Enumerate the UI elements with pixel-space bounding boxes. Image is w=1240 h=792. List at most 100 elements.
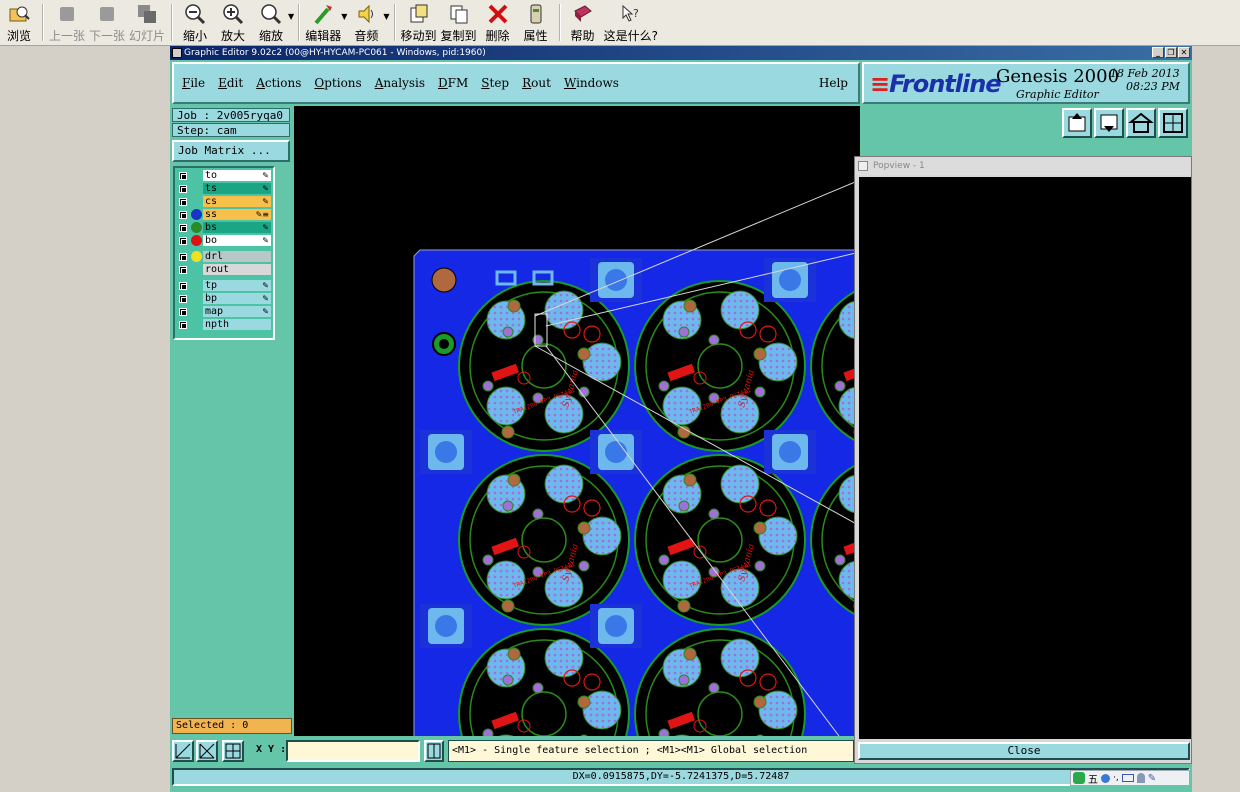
menu-help[interactable]: Help xyxy=(819,76,848,90)
zoom-dropdown-arrow[interactable]: ▼ xyxy=(288,12,294,45)
ime-punctuation-icon[interactable] xyxy=(1101,773,1110,783)
xy-input[interactable] xyxy=(286,740,420,762)
tool-home-button[interactable] xyxy=(1126,108,1156,138)
audio-dropdown-arrow[interactable]: ▼ xyxy=(383,12,389,45)
copy-to-button[interactable]: 复制到 xyxy=(441,0,477,45)
layer-checkbox[interactable] xyxy=(179,172,187,180)
layer-row-to[interactable]: to ✎ xyxy=(177,170,271,182)
job-matrix-button[interactable]: Job Matrix ... xyxy=(172,140,290,162)
next-image-button[interactable]: 下一张 xyxy=(89,0,125,45)
editor-dropdown-arrow[interactable]: ▼ xyxy=(341,12,347,45)
layer-row-drl[interactable]: drl xyxy=(177,251,271,263)
menu-options[interactable]: Options xyxy=(314,76,361,90)
layer-name[interactable]: ts xyxy=(203,183,271,194)
layer-row-bs[interactable]: bs ✎ xyxy=(177,222,271,234)
layer-checkbox[interactable] xyxy=(179,282,187,290)
window-titlebar[interactable]: Graphic Editor 9.02c2 (00@HY-HYCAM-PC061… xyxy=(170,46,1192,60)
layer-name[interactable]: drl xyxy=(203,251,271,262)
layer-color-dot[interactable] xyxy=(191,222,202,233)
tool-export-button[interactable] xyxy=(1062,108,1092,138)
connector-center xyxy=(435,441,457,463)
layer-name[interactable]: to xyxy=(203,170,271,181)
popview-titlebar[interactable]: Popview - 1 xyxy=(855,157,1191,175)
menu-dfm[interactable]: DFM xyxy=(438,76,468,90)
layer-checkbox[interactable] xyxy=(179,185,187,193)
menu-step[interactable]: Step xyxy=(481,76,509,90)
layer-checkbox[interactable] xyxy=(179,224,187,232)
properties-button[interactable]: 属性 xyxy=(519,0,553,45)
menu-file[interactable]: File xyxy=(182,76,205,90)
layer-row-ts[interactable]: ts ✎ xyxy=(177,183,271,195)
help-button[interactable]: 帮助 xyxy=(566,0,600,45)
move-to-label: 移动到 xyxy=(400,29,437,43)
tool-grid-button[interactable] xyxy=(1158,108,1188,138)
tool-import-button[interactable] xyxy=(1094,108,1124,138)
layer-name[interactable]: npth xyxy=(203,319,271,330)
pcb-canvas[interactable]: TRA1200-VP3 PC7411 Sylvania TRA1200-VP3 PC… xyxy=(294,106,860,736)
layer-name[interactable]: bp xyxy=(203,293,271,304)
layer-row-bo[interactable]: bo ✎ xyxy=(177,235,271,247)
layer-checkbox[interactable] xyxy=(179,308,187,316)
layer-row-cs[interactable]: cs ✎ xyxy=(177,196,271,208)
xy-mode-button[interactable] xyxy=(424,740,444,762)
connector-center xyxy=(605,441,627,463)
layer-checkbox[interactable] xyxy=(179,321,187,329)
layer-checkbox[interactable] xyxy=(179,295,187,303)
layer-color-dot[interactable] xyxy=(191,235,202,246)
restore-button[interactable]: ❐ xyxy=(1165,47,1177,58)
ime-keyboard-icon[interactable] xyxy=(1121,774,1134,782)
menu-mnemonic: A xyxy=(256,76,265,90)
layer-row-bp[interactable]: bp ✎ xyxy=(177,293,271,305)
ime-settings-icon[interactable]: ✎ xyxy=(1148,773,1156,784)
layer-checkbox[interactable] xyxy=(179,253,187,261)
layer-checkbox[interactable] xyxy=(179,237,187,245)
layer-name[interactable]: rout xyxy=(203,264,271,275)
ime-dot-icon[interactable]: ·, xyxy=(1113,773,1119,783)
layer-checkbox[interactable] xyxy=(179,266,187,274)
layer-row-ss[interactable]: ss ✎≡ xyxy=(177,209,271,221)
layer-name[interactable]: tp xyxy=(203,280,271,291)
browse-button[interactable]: 浏览 xyxy=(2,0,36,45)
snap-diagonal-button[interactable] xyxy=(172,740,194,762)
layer-color-dot[interactable] xyxy=(191,209,202,220)
layer-row-map[interactable]: map ✎ xyxy=(177,306,271,318)
snap-angle-button[interactable] xyxy=(196,740,218,762)
menu-analysis[interactable]: Analysis xyxy=(375,76,425,90)
menu-windows[interactable]: Windows xyxy=(564,76,619,90)
layer-row-rout[interactable]: rout xyxy=(177,264,271,276)
layer-flag-icon: ✎ xyxy=(262,307,269,316)
zoom-button[interactable]: 缩放 xyxy=(254,0,288,45)
minimize-button[interactable]: _ xyxy=(1152,47,1164,58)
layer-name[interactable]: bo xyxy=(203,235,271,246)
ime-user-icon[interactable] xyxy=(1136,773,1145,783)
move-to-button[interactable]: 移动到 xyxy=(401,0,437,45)
brand-panel: ≡Frontline Genesis 2000 Graphic Editor 1… xyxy=(862,62,1190,104)
whats-this-button[interactable]: ? 这是什么? xyxy=(604,0,658,45)
layer-checkbox[interactable] xyxy=(179,198,187,206)
grid-icon xyxy=(1163,113,1183,133)
editor-button[interactable]: 编辑器 xyxy=(305,0,341,45)
menu-edit[interactable]: Edit xyxy=(218,76,243,90)
previous-image-button[interactable]: 上一张 xyxy=(49,0,85,45)
close-button[interactable]: ✕ xyxy=(1178,47,1190,58)
audio-button[interactable]: 音频 xyxy=(349,0,383,45)
slideshow-button[interactable]: 幻灯片 xyxy=(129,0,165,45)
ime-logo-icon[interactable] xyxy=(1073,772,1085,784)
layer-row-tp[interactable]: tp ✎ xyxy=(177,280,271,292)
layer-checkbox[interactable] xyxy=(179,211,187,219)
popview-canvas[interactable] xyxy=(859,177,1191,739)
layer-name[interactable]: bs xyxy=(203,222,271,233)
toolbar-separator xyxy=(393,4,395,41)
layer-name[interactable]: map xyxy=(203,306,271,317)
snap-grid-button[interactable] xyxy=(222,740,244,762)
layer-name[interactable]: cs xyxy=(203,196,271,207)
popview-close-button[interactable]: Close xyxy=(858,742,1190,760)
delete-button[interactable]: 删除 xyxy=(481,0,515,45)
layer-row-npth[interactable]: npth xyxy=(177,319,271,331)
menu-actions[interactable]: Actions xyxy=(256,76,301,90)
layer-color-dot[interactable] xyxy=(191,251,202,262)
menu-rout[interactable]: Rout xyxy=(522,76,551,90)
ime-mode-char[interactable]: 五 xyxy=(1088,771,1098,786)
zoom-in-button[interactable]: 放大 xyxy=(216,0,250,45)
zoom-out-button[interactable]: 缩小 xyxy=(178,0,212,45)
